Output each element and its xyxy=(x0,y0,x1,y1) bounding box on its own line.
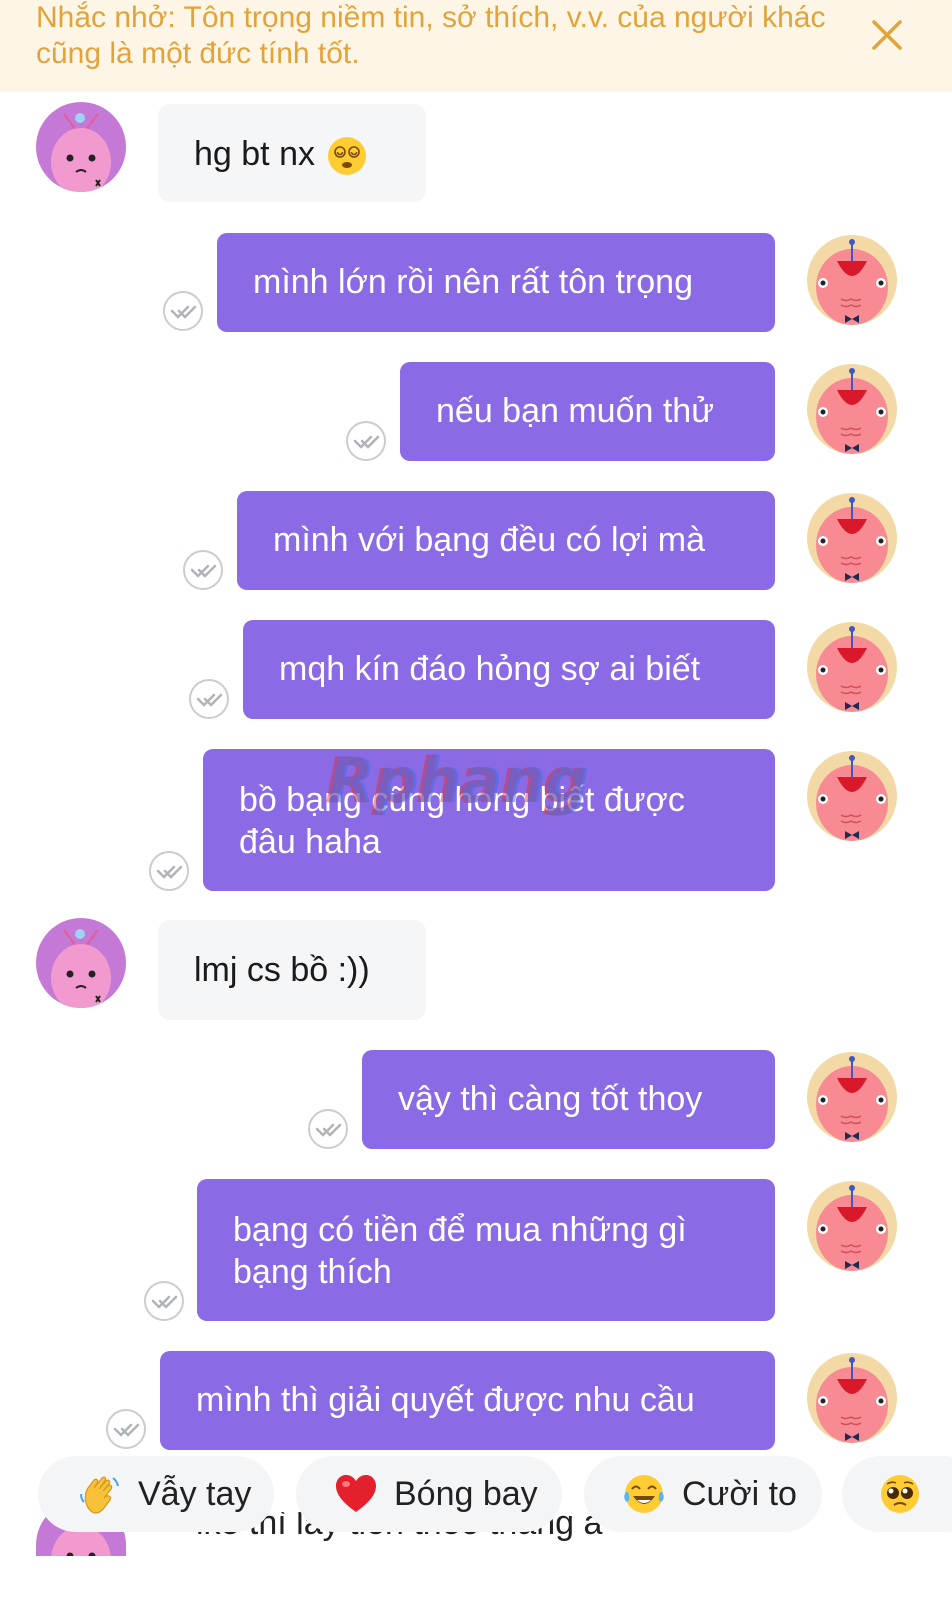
message-text-line-2: đâu haha xyxy=(239,823,381,861)
message-text: lmj cs bồ :)) xyxy=(194,951,370,989)
message-text: mình thì giải quyết được nhu cầu xyxy=(196,1381,695,1419)
watermark-logo: Rphang xyxy=(328,744,590,817)
read-receipt-icon xyxy=(345,420,387,462)
tears-of-joy-icon xyxy=(622,1472,666,1516)
quick-reply-label: Vẫy tay xyxy=(138,1474,252,1513)
reminder-text: Nhắc nhở: Tôn trọng niềm tin, sở thích, … xyxy=(36,1,826,70)
message-text-line-2: bạng thích xyxy=(233,1253,392,1291)
contact-avatar[interactable] xyxy=(36,102,126,192)
quick-reply-label: Bóng bay xyxy=(394,1474,538,1513)
read-receipt-icon xyxy=(188,678,230,720)
dizzy-face-icon xyxy=(327,136,367,176)
input-area-edge xyxy=(0,1556,952,1600)
waving-hand-icon xyxy=(78,1472,122,1516)
user-avatar[interactable] xyxy=(807,364,897,454)
message-bubble-outgoing[interactable]: vậy thì càng tốt thoy xyxy=(362,1050,775,1149)
user-avatar[interactable] xyxy=(807,751,897,841)
read-receipt-icon xyxy=(105,1408,147,1450)
message-bubble-outgoing[interactable]: mình thì giải quyết được nhu cầu xyxy=(160,1351,775,1450)
message-bubble-incoming[interactable]: hg bt nx xyxy=(158,104,426,202)
quick-reply-balloon[interactable]: Bóng bay xyxy=(296,1456,562,1532)
user-avatar[interactable] xyxy=(807,1181,897,1271)
read-receipt-icon xyxy=(307,1108,349,1150)
user-avatar[interactable] xyxy=(807,1353,897,1443)
user-avatar[interactable] xyxy=(807,622,897,712)
message-text: hg bt nx xyxy=(194,135,315,173)
message-bubble-outgoing[interactable]: mình lớn rồi nên rất tôn trọng xyxy=(217,233,775,332)
message-bubble-outgoing[interactable]: bạng có tiền để mua những gì bạng thích xyxy=(197,1179,775,1321)
message-bubble-outgoing[interactable]: nếu bạn muốn thử xyxy=(400,362,775,461)
message-text: mqh kín đáo hỏng sợ ai biết xyxy=(279,650,701,688)
close-icon[interactable] xyxy=(870,18,904,52)
quick-reply-laugh[interactable]: Cười to xyxy=(584,1456,822,1532)
quick-reply-wave[interactable]: Vẫy tay xyxy=(38,1456,274,1532)
message-bubble-incoming[interactable]: lmj cs bồ :)) xyxy=(158,920,426,1020)
message-bubble-outgoing[interactable]: mqh kín đáo hỏng sợ ai biết xyxy=(243,620,775,719)
message-bubble-outgoing[interactable]: mình với bạng đều có lợi mà xyxy=(237,491,775,590)
message-text: mình với bạng đều có lợi mà xyxy=(273,521,706,559)
contact-avatar[interactable] xyxy=(36,918,126,1008)
red-heart-icon xyxy=(334,1472,378,1516)
message-text: nếu bạn muốn thử xyxy=(436,392,714,430)
quick-reply-label: Cười to xyxy=(682,1474,797,1513)
quick-reply-bar: Vẫy tay Bóng bay Cười to xyxy=(0,1448,952,1538)
pleading-face-icon xyxy=(878,1472,922,1516)
message-text-line-1: bạng có tiền để mua những gì xyxy=(233,1211,687,1249)
quick-reply-pleading[interactable] xyxy=(842,1456,952,1532)
message-text: vậy thì càng tốt thoy xyxy=(398,1080,703,1118)
read-receipt-icon xyxy=(162,290,204,332)
reminder-banner: Nhắc nhở: Tôn trọng niềm tin, sở thích, … xyxy=(0,0,952,92)
message-text: mình lớn rồi nên rất tôn trọng xyxy=(253,263,693,301)
user-avatar[interactable] xyxy=(807,1052,897,1142)
read-receipt-icon xyxy=(182,549,224,591)
read-receipt-icon xyxy=(143,1280,185,1322)
user-avatar[interactable] xyxy=(807,493,897,583)
read-receipt-icon xyxy=(148,850,190,892)
user-avatar[interactable] xyxy=(807,235,897,325)
